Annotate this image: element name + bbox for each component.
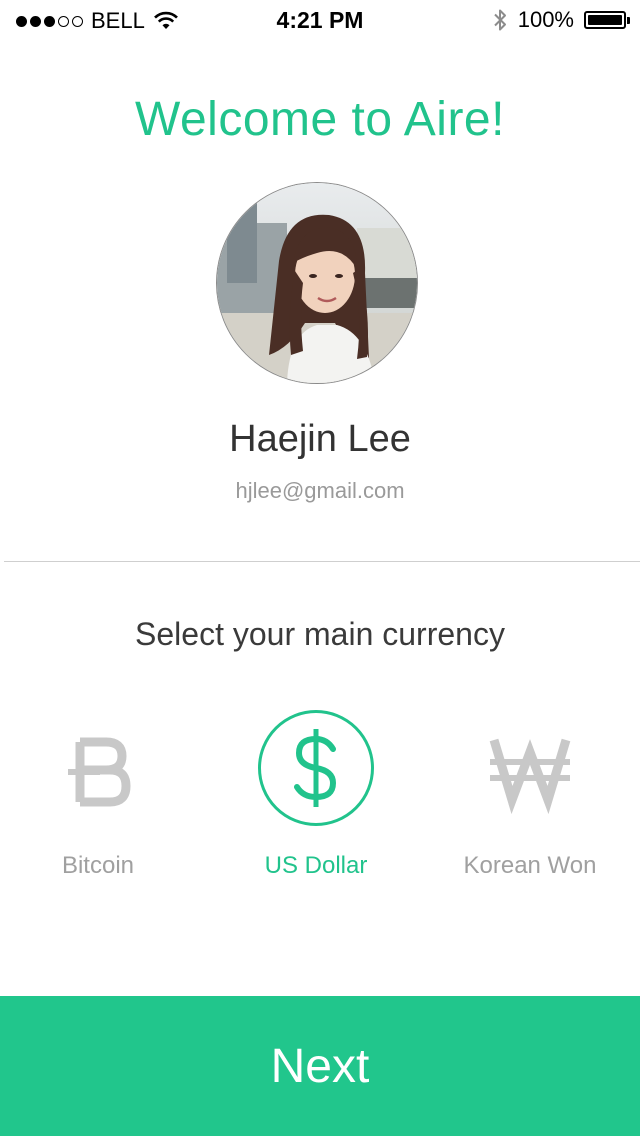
bitcoin-icon (40, 710, 156, 826)
welcome-title: Welcome to Aire! (135, 93, 505, 146)
battery-percent: 100% (517, 7, 574, 32)
currency-label-bitcoin: Bitcoin (61, 852, 135, 879)
currency-option-korean-won[interactable]: Korean Won (430, 710, 630, 880)
avatar (216, 182, 418, 384)
currency-section-title: Select your main currency (135, 616, 505, 652)
currency-label-us-dollar: US Dollar (264, 852, 368, 879)
user-name: Haejin Lee (229, 418, 411, 460)
welcome-screen: BELL 4:21 PM 100% Welcome to Aire! Haeji… (0, 0, 640, 1136)
avatar-photo (217, 183, 417, 383)
won-icon (472, 710, 588, 826)
battery-icon (584, 11, 630, 29)
currency-label-korean-won: Korean Won (463, 852, 597, 879)
currency-option-us-dollar[interactable]: US Dollar (216, 710, 416, 880)
section-divider (4, 561, 640, 562)
next-button[interactable]: Next (0, 996, 640, 1136)
bluetooth-icon (494, 9, 506, 31)
status-bar: BELL 4:21 PM 100% (0, 0, 640, 40)
user-email: hjlee@gmail.com (235, 478, 405, 503)
dollar-icon (258, 710, 374, 826)
currency-option-bitcoin[interactable]: Bitcoin (0, 710, 198, 880)
status-bar-right: 100% (492, 7, 630, 33)
